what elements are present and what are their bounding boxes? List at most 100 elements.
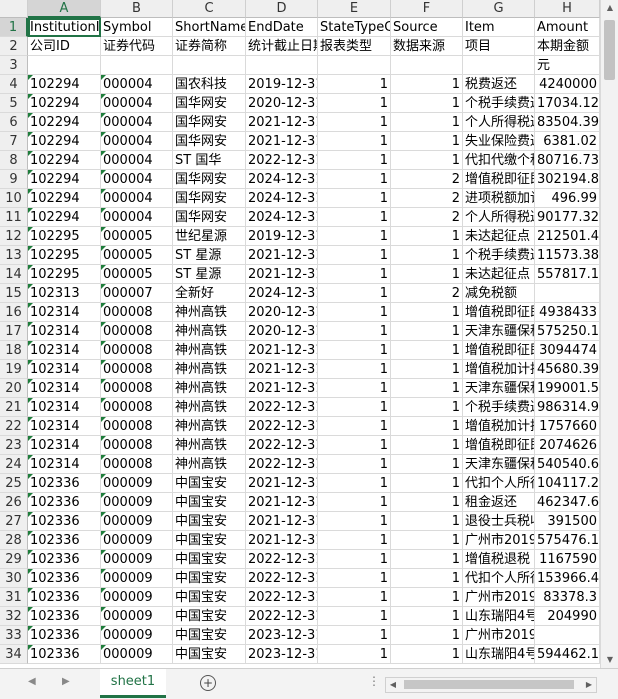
- cell-e1[interactable]: StateTypeCode: [318, 18, 391, 37]
- cell-a29[interactable]: 102336: [28, 550, 101, 569]
- cell-a34[interactable]: 102336: [28, 645, 101, 664]
- cell-d2[interactable]: 统计截止日期: [246, 37, 318, 56]
- cell-d34[interactable]: 2023-12-31: [246, 645, 318, 664]
- cell-g3[interactable]: [463, 56, 535, 75]
- cell-b20[interactable]: 000008: [101, 379, 173, 398]
- cell-e34[interactable]: 1: [318, 645, 391, 664]
- cell-d25[interactable]: 2021-12-31: [246, 474, 318, 493]
- cell-d20[interactable]: 2021-12-31: [246, 379, 318, 398]
- row-header[interactable]: 30: [0, 569, 28, 588]
- row-header[interactable]: 8: [0, 151, 28, 170]
- cell-f22[interactable]: 1: [391, 417, 463, 436]
- cell-g27[interactable]: 退役士兵税收优惠: [463, 512, 535, 531]
- cell-b2[interactable]: 证券代码: [101, 37, 173, 56]
- horizontal-scroll-thumb[interactable]: [404, 680, 574, 689]
- cell-f33[interactable]: 1: [391, 626, 463, 645]
- cell-h22[interactable]: 1757660: [535, 417, 600, 436]
- cell-c29[interactable]: 中国宝安: [173, 550, 246, 569]
- cell-b22[interactable]: 000008: [101, 417, 173, 436]
- cell-f13[interactable]: 1: [391, 246, 463, 265]
- cell-c16[interactable]: 神州高铁: [173, 303, 246, 322]
- column-header-a[interactable]: A: [28, 0, 101, 18]
- cell-f8[interactable]: 1: [391, 151, 463, 170]
- cell-d7[interactable]: 2021-12-31: [246, 132, 318, 151]
- cell-d5[interactable]: 2020-12-31: [246, 94, 318, 113]
- row-header[interactable]: 7: [0, 132, 28, 151]
- cell-e2[interactable]: 报表类型: [318, 37, 391, 56]
- row-header[interactable]: 32: [0, 607, 28, 626]
- cell-b33[interactable]: 000009: [101, 626, 173, 645]
- cell-h32[interactable]: 204990: [535, 607, 600, 626]
- row-header[interactable]: 3: [0, 56, 28, 75]
- cell-e26[interactable]: 1: [318, 493, 391, 512]
- cell-a31[interactable]: 102336: [28, 588, 101, 607]
- cell-b14[interactable]: 000005: [101, 265, 173, 284]
- row-header[interactable]: 16: [0, 303, 28, 322]
- cell-e10[interactable]: 1: [318, 189, 391, 208]
- cell-f4[interactable]: 1: [391, 75, 463, 94]
- cell-f27[interactable]: 1: [391, 512, 463, 531]
- cell-c21[interactable]: 神州高铁: [173, 398, 246, 417]
- cell-g19[interactable]: 增值税加计抵减: [463, 360, 535, 379]
- cell-f25[interactable]: 1: [391, 474, 463, 493]
- horizontal-scrollbar[interactable]: ◀ ▶: [385, 677, 597, 693]
- cell-c33[interactable]: 中国宝安: [173, 626, 246, 645]
- cell-g18[interactable]: 增值税即征即退: [463, 341, 535, 360]
- cell-a26[interactable]: 102336: [28, 493, 101, 512]
- cell-a14[interactable]: 102295: [28, 265, 101, 284]
- cell-d24[interactable]: 2022-12-31: [246, 455, 318, 474]
- cell-e33[interactable]: 1: [318, 626, 391, 645]
- cell-d33[interactable]: 2023-12-31: [246, 626, 318, 645]
- cell-g29[interactable]: 增值税退税: [463, 550, 535, 569]
- cell-g13[interactable]: 个税手续费返还: [463, 246, 535, 265]
- cell-c31[interactable]: 中国宝安: [173, 588, 246, 607]
- cell-h7[interactable]: 6381.02: [535, 132, 600, 151]
- column-header-b[interactable]: B: [101, 0, 173, 18]
- cell-d23[interactable]: 2022-12-31: [246, 436, 318, 455]
- cell-f11[interactable]: 2: [391, 208, 463, 227]
- cell-f7[interactable]: 1: [391, 132, 463, 151]
- row-header[interactable]: 24: [0, 455, 28, 474]
- cell-f20[interactable]: 1: [391, 379, 463, 398]
- cell-g10[interactable]: 进项税额加计抵减: [463, 189, 535, 208]
- add-sheet-button[interactable]: +: [200, 675, 216, 691]
- cell-h21[interactable]: 986314.9: [535, 398, 600, 417]
- cell-e12[interactable]: 1: [318, 227, 391, 246]
- cell-g5[interactable]: 个税手续费返还: [463, 94, 535, 113]
- cell-g8[interactable]: 代扣代缴个税返还: [463, 151, 535, 170]
- vertical-scroll-thumb[interactable]: [604, 20, 615, 80]
- cell-h30[interactable]: 153966.4: [535, 569, 600, 588]
- cell-d10[interactable]: 2024-12-31: [246, 189, 318, 208]
- row-header[interactable]: 25: [0, 474, 28, 493]
- cell-b25[interactable]: 000009: [101, 474, 173, 493]
- cell-d28[interactable]: 2021-12-31: [246, 531, 318, 550]
- cell-g15[interactable]: 减免税额: [463, 284, 535, 303]
- row-header[interactable]: 9: [0, 170, 28, 189]
- cell-a22[interactable]: 102314: [28, 417, 101, 436]
- cell-f29[interactable]: 1: [391, 550, 463, 569]
- cell-a13[interactable]: 102295: [28, 246, 101, 265]
- cell-f1[interactable]: Source: [391, 18, 463, 37]
- cell-a7[interactable]: 102294: [28, 132, 101, 151]
- cell-c25[interactable]: 中国宝安: [173, 474, 246, 493]
- cell-h28[interactable]: 575476.1: [535, 531, 600, 550]
- cell-h14[interactable]: 557817.1: [535, 265, 600, 284]
- cell-c28[interactable]: 中国宝安: [173, 531, 246, 550]
- cell-e27[interactable]: 1: [318, 512, 391, 531]
- cell-b12[interactable]: 000005: [101, 227, 173, 246]
- cell-f15[interactable]: 2: [391, 284, 463, 303]
- cell-f30[interactable]: 1: [391, 569, 463, 588]
- column-header-c[interactable]: C: [173, 0, 246, 18]
- cell-b23[interactable]: 000008: [101, 436, 173, 455]
- cell-c14[interactable]: ST 星源: [173, 265, 246, 284]
- column-header-f[interactable]: F: [391, 0, 463, 18]
- cell-a20[interactable]: 102314: [28, 379, 101, 398]
- cell-f5[interactable]: 1: [391, 94, 463, 113]
- cell-e29[interactable]: 1: [318, 550, 391, 569]
- cell-f24[interactable]: 1: [391, 455, 463, 474]
- cell-h19[interactable]: 45680.39: [535, 360, 600, 379]
- cell-b19[interactable]: 000008: [101, 360, 173, 379]
- cell-b9[interactable]: 000004: [101, 170, 173, 189]
- cell-d26[interactable]: 2021-12-31: [246, 493, 318, 512]
- cell-a33[interactable]: 102336: [28, 626, 101, 645]
